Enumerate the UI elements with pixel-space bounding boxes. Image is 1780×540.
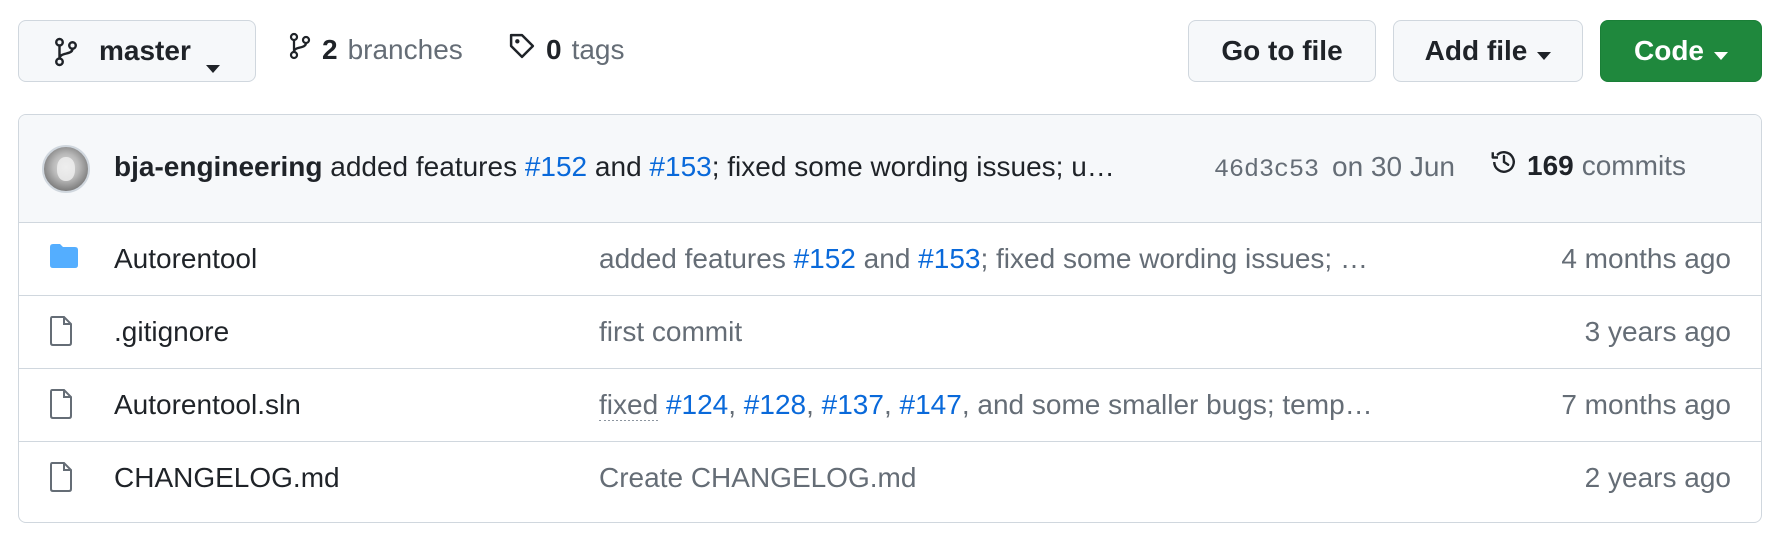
commit-text[interactable]: ; fixed some wording issues; update... xyxy=(980,243,1379,274)
add-file-label: Add file xyxy=(1424,35,1528,66)
caret-down-icon xyxy=(1714,35,1728,67)
latest-commit-bar: bja-engineering added features #152 and … xyxy=(19,115,1761,223)
git-branch-icon xyxy=(53,37,79,74)
file-icon xyxy=(49,462,73,497)
code-button[interactable]: Code xyxy=(1600,20,1762,82)
add-file-button[interactable]: Add file xyxy=(1393,20,1583,82)
commit-text[interactable]: and xyxy=(595,151,642,182)
commit-text[interactable]: added features xyxy=(330,151,517,182)
go-to-file-label: Go to file xyxy=(1221,35,1343,66)
avatar[interactable] xyxy=(42,145,90,193)
file-age: 3 years ago xyxy=(1584,316,1731,347)
git-branch-icon xyxy=(288,32,312,67)
commit-sha-link[interactable]: 46d3c53 xyxy=(1214,155,1319,184)
go-to-file-button[interactable]: Go to file xyxy=(1188,20,1376,82)
commit-text[interactable]: fixed xyxy=(599,389,659,421)
repo-toolbar: master 2 branches 0 tags Go to file Add … xyxy=(18,20,1762,84)
issue-link[interactable]: #124 xyxy=(666,389,728,420)
issue-link[interactable]: #152 xyxy=(525,151,587,182)
commits-history-link[interactable]: 169 commits xyxy=(1489,147,1686,184)
commit-author-link[interactable]: bja-engineering xyxy=(114,151,322,182)
file-age: 2 years ago xyxy=(1584,462,1731,493)
file-name-link[interactable]: CHANGELOG.md xyxy=(114,462,340,494)
issue-link[interactable]: #152 xyxy=(794,243,856,274)
code-label: Code xyxy=(1634,35,1704,66)
commits-count: 169 xyxy=(1527,149,1574,181)
file-name-link[interactable]: Autorentool.sln xyxy=(114,389,301,421)
branch-name: master xyxy=(99,35,191,66)
file-icon xyxy=(49,389,73,424)
tags-link[interactable]: 0 tags xyxy=(508,32,625,67)
commit-text[interactable]: added features xyxy=(599,243,786,274)
file-browser: bja-engineering added features #152 and … xyxy=(18,114,1762,523)
file-commit-message: added features #152 and #153; fixed some… xyxy=(599,243,1379,275)
commit-text[interactable]: , and some smaller bugs; temporarily ... xyxy=(962,389,1379,420)
history-icon xyxy=(1489,147,1519,184)
branches-count: 2 xyxy=(322,33,338,65)
tags-count: 0 xyxy=(546,33,562,65)
file-age: 4 months ago xyxy=(1561,243,1731,274)
branches-label: branches xyxy=(347,33,463,65)
latest-commit-message: bja-engineering added features #152 and … xyxy=(114,151,1124,183)
file-name-link[interactable]: .gitignore xyxy=(114,316,229,348)
issue-link[interactable]: #153 xyxy=(918,243,980,274)
file-row: CHANGELOG.md Create CHANGELOG.md 2 years… xyxy=(19,441,1761,514)
file-row: Autorentool.sln fixed #124, #128, #137, … xyxy=(19,368,1761,441)
file-commit-message: Create CHANGELOG.md xyxy=(599,462,1379,494)
file-row: .gitignore first commit 3 years ago xyxy=(19,295,1761,368)
issue-link[interactable]: #153 xyxy=(649,151,711,182)
commit-date: on 30 Jun xyxy=(1332,151,1455,182)
branch-select-button[interactable]: master xyxy=(18,20,256,82)
issue-link[interactable]: #128 xyxy=(744,389,806,420)
caret-down-icon xyxy=(206,48,220,80)
issue-link[interactable]: #137 xyxy=(822,389,884,420)
commit-text[interactable]: Create CHANGELOG.md xyxy=(599,462,916,493)
file-commit-message: first commit xyxy=(599,316,1379,348)
file-name-link[interactable]: Autorentool xyxy=(114,243,257,275)
tag-icon xyxy=(508,32,536,67)
commits-label: commits xyxy=(1581,149,1686,181)
issue-link[interactable]: #147 xyxy=(900,389,962,420)
file-commit-message: fixed #124, #128, #137, #147, and some s… xyxy=(599,389,1379,421)
commit-text[interactable]: and xyxy=(864,243,911,274)
commit-text[interactable]: ; fixed some wording issues; upd... xyxy=(712,151,1124,182)
commit-text[interactable]: first commit xyxy=(599,316,742,347)
folder-icon xyxy=(49,243,79,274)
file-icon xyxy=(49,316,73,351)
branches-link[interactable]: 2 branches xyxy=(288,32,463,67)
file-age: 7 months ago xyxy=(1561,389,1731,420)
caret-down-icon xyxy=(1537,35,1552,67)
tags-label: tags xyxy=(571,33,625,65)
file-row: Autorentool added features #152 and #153… xyxy=(19,222,1761,295)
